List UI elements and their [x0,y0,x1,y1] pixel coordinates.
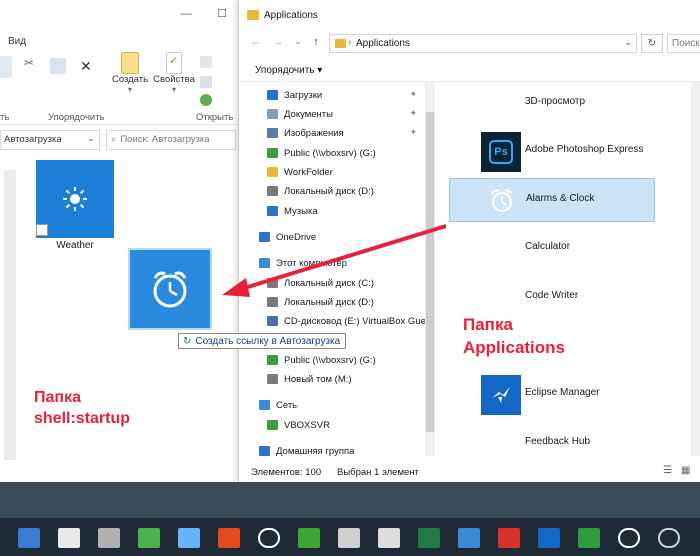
red-arrow-annotation [222,224,447,297]
